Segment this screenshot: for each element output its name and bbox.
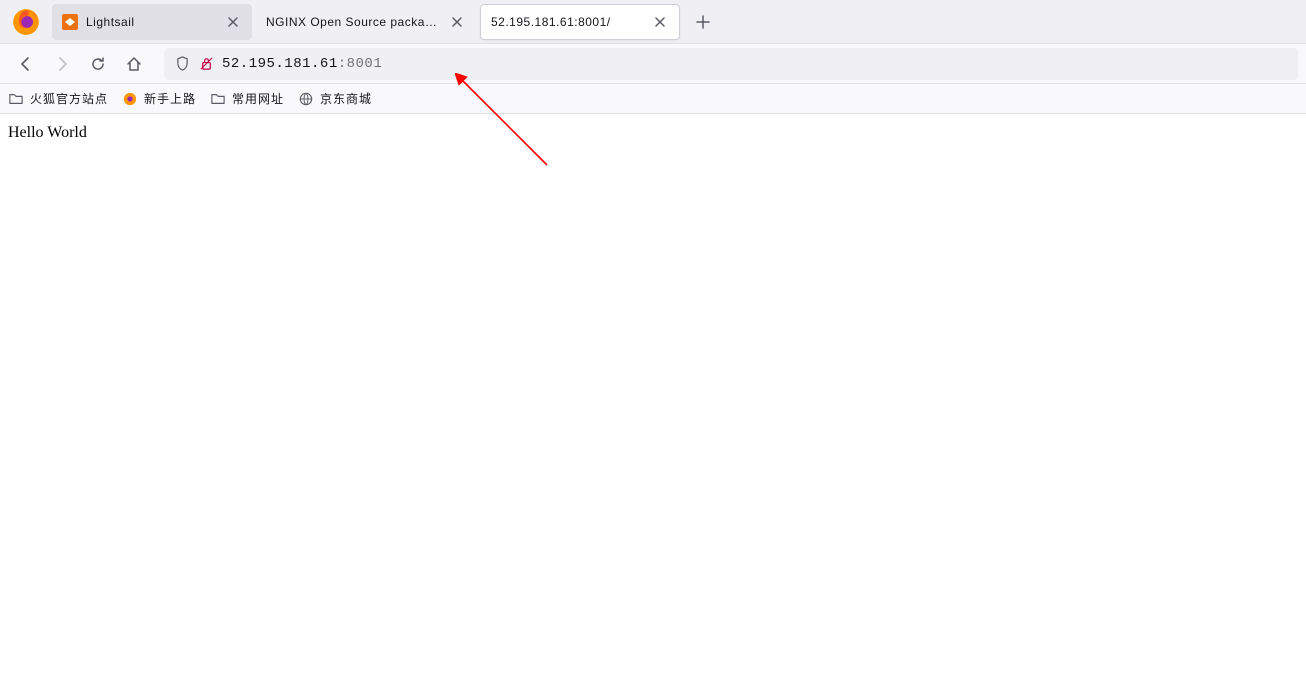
globe-icon <box>298 91 314 107</box>
url-port-separator: : <box>338 56 347 72</box>
page-body-text: Hello World <box>8 124 87 141</box>
tab-active-ip[interactable]: 52.195.181.61:8001/ <box>480 4 680 40</box>
firefox-bookmark-icon <box>122 91 138 107</box>
bookmark-label: 京东商城 <box>320 90 372 107</box>
bookmark-jd[interactable]: 京东商城 <box>298 90 372 107</box>
folder-icon <box>8 91 24 107</box>
url-port: 8001 <box>347 56 383 72</box>
tab-strip: Lightsail NGINX Open Source packaged by … <box>0 0 1306 44</box>
tab-title: 52.195.181.61:8001/ <box>491 15 645 29</box>
url-bar[interactable]: 52.195.181.61:8001 <box>164 48 1298 80</box>
tab-title: NGINX Open Source packaged by <box>266 15 442 29</box>
bookmark-getting-started[interactable]: 新手上路 <box>122 90 196 107</box>
shield-icon <box>174 56 190 72</box>
folder-icon <box>210 91 226 107</box>
tab-nginx[interactable]: NGINX Open Source packaged by <box>256 4 476 40</box>
home-button[interactable] <box>118 48 150 80</box>
insecure-lock-icon <box>198 56 214 72</box>
new-tab-button[interactable] <box>688 7 718 37</box>
toolbar: 52.195.181.61:8001 <box>0 44 1306 84</box>
firefox-logo-icon <box>12 8 40 36</box>
page-content: Hello World <box>0 114 1306 152</box>
tab-title: Lightsail <box>86 15 218 29</box>
close-tab-button[interactable] <box>651 13 669 31</box>
forward-button[interactable] <box>46 48 78 80</box>
aws-favicon-icon <box>62 14 78 30</box>
bookmark-firefox-official[interactable]: 火狐官方站点 <box>8 90 108 107</box>
bookmark-common-sites[interactable]: 常用网址 <box>210 90 284 107</box>
close-tab-button[interactable] <box>448 13 466 31</box>
tab-lightsail[interactable]: Lightsail <box>52 4 252 40</box>
bookmark-label: 常用网址 <box>232 90 284 107</box>
close-tab-button[interactable] <box>224 13 242 31</box>
bookmarks-bar: 火狐官方站点 新手上路 常用网址 京东商城 <box>0 84 1306 114</box>
back-button[interactable] <box>10 48 42 80</box>
reload-button[interactable] <box>82 48 114 80</box>
bookmark-label: 火狐官方站点 <box>30 90 108 107</box>
url-host: 52.195.181.61 <box>222 56 338 72</box>
bookmark-label: 新手上路 <box>144 90 196 107</box>
